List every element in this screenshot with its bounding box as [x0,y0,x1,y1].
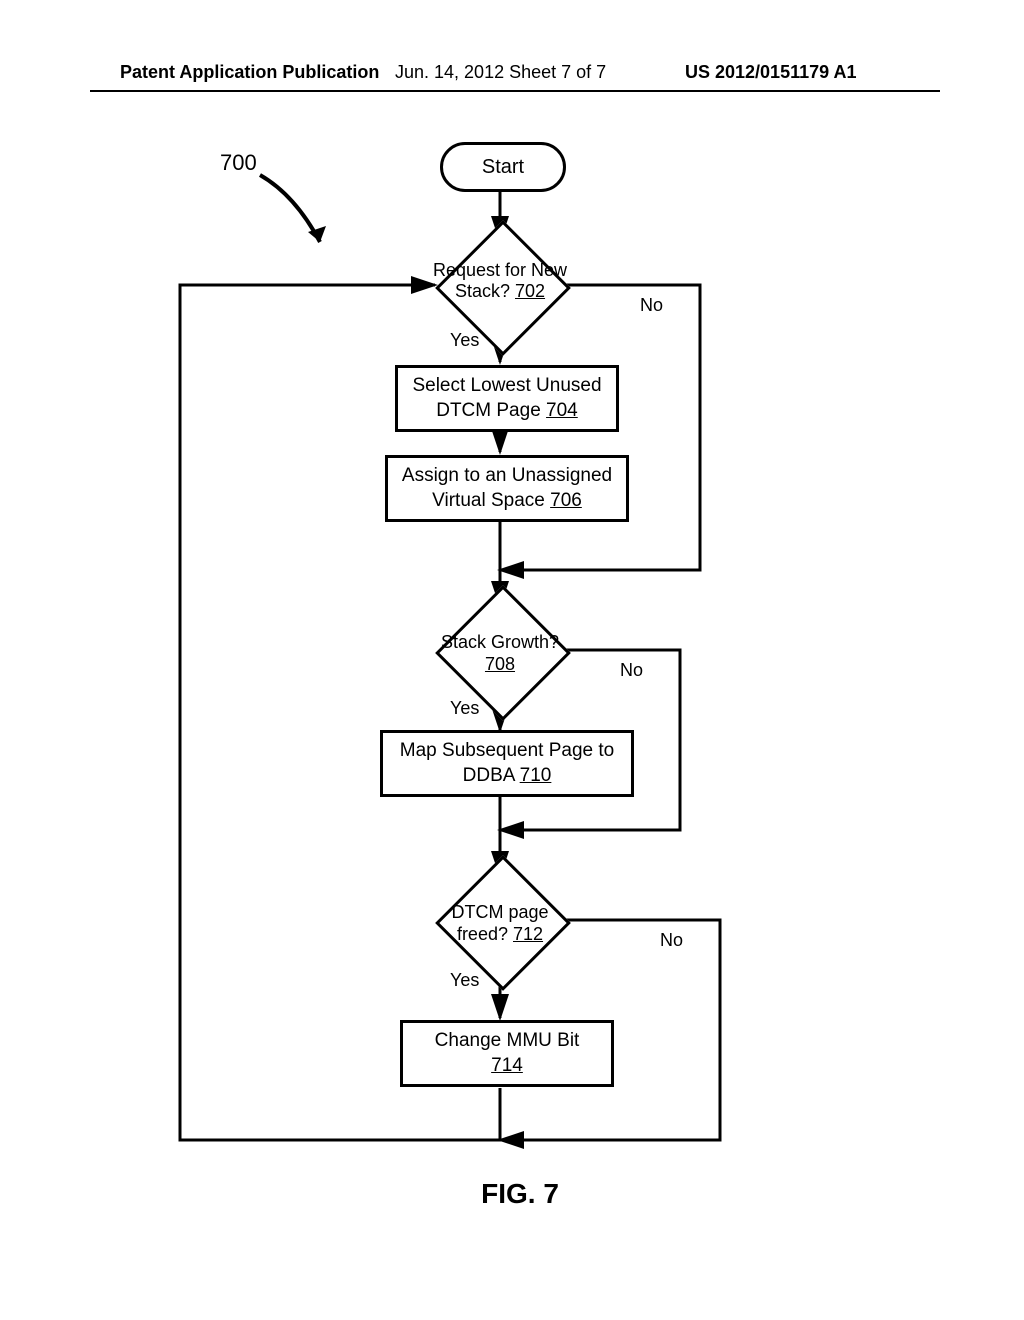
process-704: Select Lowest Unused DTCM Page 704 [395,365,619,432]
decision-702-text: Request for New Stack? [433,260,567,302]
start-terminator: Start [440,142,566,192]
process-710: Map Subsequent Page to DDBA 710 [380,730,634,797]
process-714: Change MMU Bit 714 [400,1020,614,1087]
decision-708-text: Stack Growth? [441,632,559,652]
process-704-ref: 704 [546,400,578,421]
edge-702-yes: Yes [450,330,479,351]
flowchart-canvas: 700 [120,130,920,1230]
header-docnumber: US 2012/0151179 A1 [685,62,856,83]
header-publication: Patent Application Publication [120,62,379,83]
edge-702-no: No [640,295,663,316]
header-rule [90,90,940,92]
start-label: Start [482,156,524,178]
process-710-ref: 710 [520,765,552,786]
process-706-ref: 706 [550,490,582,511]
header-date-sheet: Jun. 14, 2012 Sheet 7 of 7 [395,62,606,83]
decision-708: Stack Growth? 708 [455,605,545,695]
process-710-text: Map Subsequent Page to DDBA [400,740,614,786]
decision-702: Request for New Stack? 702 [455,240,545,330]
edge-712-no: No [660,930,683,951]
page-header: Patent Application Publication Jun. 14, … [0,62,1024,102]
page: Patent Application Publication Jun. 14, … [0,0,1024,1320]
figure-label: FIG. 7 [120,1178,920,1210]
edge-708-yes: Yes [450,698,479,719]
edge-708-no: No [620,660,643,681]
process-714-text: Change MMU Bit [435,1030,580,1051]
decision-702-ref: 702 [515,281,545,301]
process-706: Assign to an Unassigned Virtual Space 70… [385,455,629,522]
edge-712-yes: Yes [450,970,479,991]
decision-712: DTCM page freed? 712 [455,875,545,965]
decision-708-ref: 708 [485,654,515,674]
process-714-ref: 714 [491,1055,523,1076]
decision-712-ref: 712 [513,924,543,944]
